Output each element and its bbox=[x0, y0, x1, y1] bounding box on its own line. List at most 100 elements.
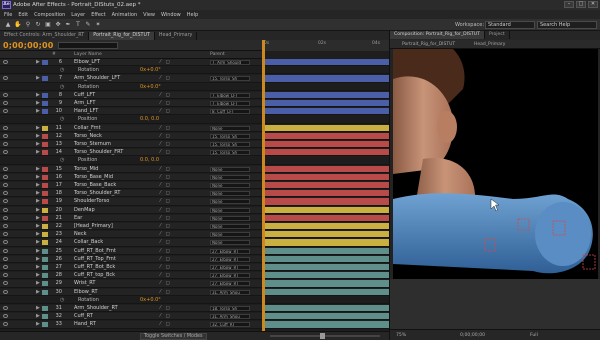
expand-triangle-icon[interactable]: ▶ bbox=[36, 190, 40, 196]
layer-name[interactable]: Cuff_LFT bbox=[74, 92, 144, 98]
property-row[interactable]: ◷ Rotation 0x+0.0° bbox=[0, 83, 389, 91]
puppet-tool-icon[interactable]: ✶ bbox=[94, 21, 102, 29]
layer-duration-bar[interactable] bbox=[265, 272, 389, 279]
expand-triangle-icon[interactable]: ▶ bbox=[36, 108, 40, 114]
menu-item[interactable]: Layer bbox=[71, 12, 85, 18]
expand-triangle-icon[interactable]: ▶ bbox=[36, 272, 40, 278]
layer-duration-bar[interactable] bbox=[265, 231, 389, 238]
layer-switches[interactable]: ⁄ ◻ bbox=[160, 264, 170, 270]
visibility-eye-icon[interactable] bbox=[3, 133, 8, 138]
layer-switches[interactable]: ⁄ ◻ bbox=[160, 272, 170, 278]
minimize-icon[interactable]: – bbox=[564, 1, 574, 8]
visibility-eye-icon[interactable] bbox=[3, 150, 8, 155]
expand-triangle-icon[interactable]: ▶ bbox=[36, 100, 40, 106]
layer-name[interactable]: Arm_Shoulder_RT bbox=[74, 305, 144, 311]
layer-switches[interactable]: ⁄ ◻ bbox=[160, 289, 170, 295]
layer-name[interactable]: Torso_Base_Mid bbox=[74, 174, 144, 180]
expand-triangle-icon[interactable]: ▶ bbox=[36, 198, 40, 204]
close-icon[interactable]: ✕ bbox=[588, 1, 598, 8]
layer-duration-bar[interactable] bbox=[265, 132, 389, 139]
layer-duration-bar[interactable] bbox=[265, 313, 389, 320]
parent-select[interactable]: None bbox=[210, 125, 250, 131]
layer-name[interactable]: Collar_Frnt bbox=[74, 125, 144, 131]
expand-triangle-icon[interactable]: ▶ bbox=[36, 92, 40, 98]
label-color-swatch[interactable] bbox=[42, 76, 48, 82]
layer-name-column-header[interactable]: Layer Name bbox=[74, 52, 102, 57]
layer-row[interactable]: ▶ 18 Torso_Shoulder_RT ⁄ ◻ None bbox=[0, 190, 389, 198]
label-color-swatch[interactable] bbox=[42, 232, 48, 238]
label-color-swatch[interactable] bbox=[42, 191, 48, 197]
label-color-swatch[interactable] bbox=[42, 183, 48, 188]
layer-name[interactable]: Elbow_LFT bbox=[74, 59, 144, 65]
layer-switches[interactable]: ⁄ ◻ bbox=[160, 313, 170, 319]
expand-triangle-icon[interactable]: ▶ bbox=[36, 125, 40, 131]
layer-name[interactable]: Cuff_RT bbox=[74, 313, 144, 319]
label-color-swatch[interactable] bbox=[42, 60, 48, 65]
visibility-eye-icon[interactable] bbox=[3, 60, 8, 64]
expand-triangle-icon[interactable]: ▶ bbox=[36, 174, 40, 180]
parent-select[interactable]: 15. Torso_Sh bbox=[210, 142, 250, 147]
layer-switches[interactable]: ⁄ ◻ bbox=[160, 92, 170, 98]
parent-select[interactable]: 27. Elbow_RT bbox=[210, 265, 250, 270]
visibility-eye-icon[interactable] bbox=[3, 76, 8, 81]
layer-name[interactable]: Torso_Neck bbox=[74, 133, 144, 139]
layer-name[interactable]: Ear bbox=[74, 215, 144, 221]
layer-row[interactable]: ▶ 8 Cuff_LFT ⁄ ◻ 7. Elbow_LFT bbox=[0, 91, 389, 99]
expand-triangle-icon[interactable]: ▶ bbox=[36, 239, 40, 245]
label-color-swatch[interactable] bbox=[42, 174, 48, 180]
parent-select[interactable]: None bbox=[210, 232, 250, 238]
label-color-swatch[interactable] bbox=[42, 306, 48, 311]
layer-row[interactable]: ▶ 15 Torso_Mid ⁄ ◻ None bbox=[0, 165, 389, 173]
expand-triangle-icon[interactable]: ▶ bbox=[36, 264, 40, 270]
visibility-eye-icon[interactable] bbox=[3, 166, 8, 171]
visibility-eye-icon[interactable] bbox=[3, 232, 8, 237]
visibility-eye-icon[interactable] bbox=[3, 224, 8, 228]
layer-duration-bar[interactable] bbox=[265, 223, 389, 230]
layer-row[interactable]: ▶ 11 Collar_Frnt ⁄ ◻ None bbox=[0, 124, 389, 132]
layer-name[interactable]: Torso_Base_Back bbox=[74, 182, 144, 188]
stopwatch-icon[interactable]: ◷ bbox=[60, 157, 64, 163]
layer-row[interactable]: ▶ 27 Cuff_RT_Bot_Bck ⁄ ◻ 27. Elbow_RT bbox=[0, 264, 389, 272]
parent-select[interactable]: 7. Arm_Should bbox=[210, 60, 250, 65]
label-color-swatch[interactable] bbox=[42, 125, 48, 131]
layer-switches[interactable]: ⁄ ◻ bbox=[160, 149, 170, 155]
current-time-display[interactable]: 0;00;00;00 bbox=[3, 41, 54, 50]
visibility-eye-icon[interactable] bbox=[3, 273, 8, 278]
label-color-swatch[interactable] bbox=[42, 166, 48, 172]
layer-row[interactable]: ▶ 21 Ear ⁄ ◻ None bbox=[0, 214, 389, 222]
expand-triangle-icon[interactable]: ▶ bbox=[36, 75, 40, 81]
tab-project[interactable]: Project bbox=[485, 31, 510, 39]
layer-duration-bar[interactable] bbox=[265, 198, 389, 205]
property-value[interactable]: 0x+0.0° bbox=[140, 67, 161, 73]
layer-switches[interactable]: ⁄ ◻ bbox=[160, 231, 170, 237]
layer-name[interactable]: Elbow_RT bbox=[74, 289, 144, 295]
expand-triangle-icon[interactable]: ▶ bbox=[36, 280, 40, 286]
property-value[interactable]: 0.0, 0.0 bbox=[140, 157, 159, 163]
label-color-swatch[interactable] bbox=[42, 256, 48, 262]
label-color-swatch[interactable] bbox=[42, 92, 48, 98]
layer-name[interactable]: Arm_Shoulder_LFT bbox=[74, 75, 144, 81]
layer-name[interactable]: [Head_Primary] bbox=[74, 223, 144, 229]
layer-name[interactable]: Hand_LFT bbox=[74, 108, 144, 114]
property-row[interactable]: ◷ Position 0.0, 0.0 bbox=[0, 116, 389, 124]
brush-tool-icon[interactable]: ✎ bbox=[84, 21, 92, 29]
parent-select[interactable]: 18. Torso_Sh bbox=[210, 306, 250, 311]
expand-triangle-icon[interactable]: ▶ bbox=[36, 248, 40, 254]
layer-duration-bar[interactable] bbox=[265, 239, 389, 246]
menu-item[interactable]: Effect bbox=[91, 12, 105, 18]
layer-name[interactable]: Neck bbox=[74, 231, 144, 237]
layer-row[interactable]: ▶ 32 Cuff_RT ⁄ ◻ 31. Arm_Shou bbox=[0, 313, 389, 321]
layer-switches[interactable]: ⁄ ◻ bbox=[160, 223, 170, 229]
visibility-eye-icon[interactable] bbox=[3, 125, 8, 130]
visibility-eye-icon[interactable] bbox=[3, 281, 8, 286]
layer-row[interactable]: ▶ 13 Torso_Sternum ⁄ ◻ 15. Torso_Sh bbox=[0, 141, 389, 149]
parent-select[interactable]: None bbox=[210, 199, 250, 205]
visibility-eye-icon[interactable] bbox=[3, 207, 8, 212]
layer-switches[interactable]: ⁄ ◻ bbox=[160, 215, 170, 221]
visibility-eye-icon[interactable] bbox=[3, 306, 8, 310]
visibility-eye-icon[interactable] bbox=[3, 174, 8, 179]
menu-item[interactable]: Window bbox=[161, 12, 181, 18]
layer-duration-bar[interactable] bbox=[265, 288, 389, 295]
expand-triangle-icon[interactable]: ▶ bbox=[36, 289, 40, 295]
hand-tool-icon[interactable]: ✋ bbox=[14, 21, 22, 29]
